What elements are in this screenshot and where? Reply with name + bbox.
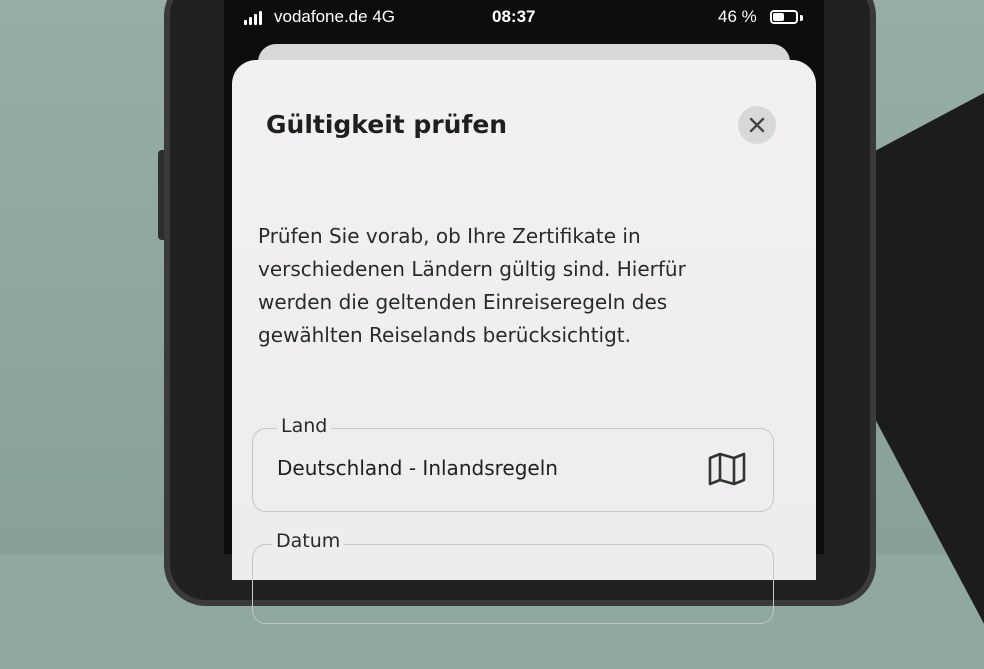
- country-field[interactable]: Land Deutschland - Inlandsregeln: [252, 415, 774, 512]
- date-field[interactable]: [252, 544, 774, 624]
- battery-cap: [800, 15, 803, 21]
- status-time: 08:37: [492, 7, 536, 26]
- map-icon[interactable]: [707, 451, 747, 487]
- carrier-label: vodafone.de 4G: [274, 7, 396, 26]
- battery-percentage: 46 %: [718, 7, 757, 26]
- signal-icon: [244, 11, 262, 25]
- phone-side-button: [158, 150, 170, 240]
- dialog-title: Gültigkeit prüfen: [266, 110, 508, 139]
- country-field-value: Deutschland - Inlandsregeln: [277, 456, 558, 480]
- battery-icon: [770, 10, 798, 24]
- close-icon: [749, 117, 765, 133]
- country-field-label: Land: [277, 415, 332, 437]
- validity-check-dialog: Gültigkeit prüfen Prüfen Sie vorab, ob I…: [232, 60, 816, 624]
- status-bar: vodafone.de 4G 08:37 46 %: [240, 6, 810, 30]
- dialog-description: Prüfen Sie vorab, ob Ihre Zertifikate in…: [258, 224, 686, 347]
- date-field-label: Datum: [272, 530, 345, 552]
- close-button[interactable]: [738, 106, 776, 144]
